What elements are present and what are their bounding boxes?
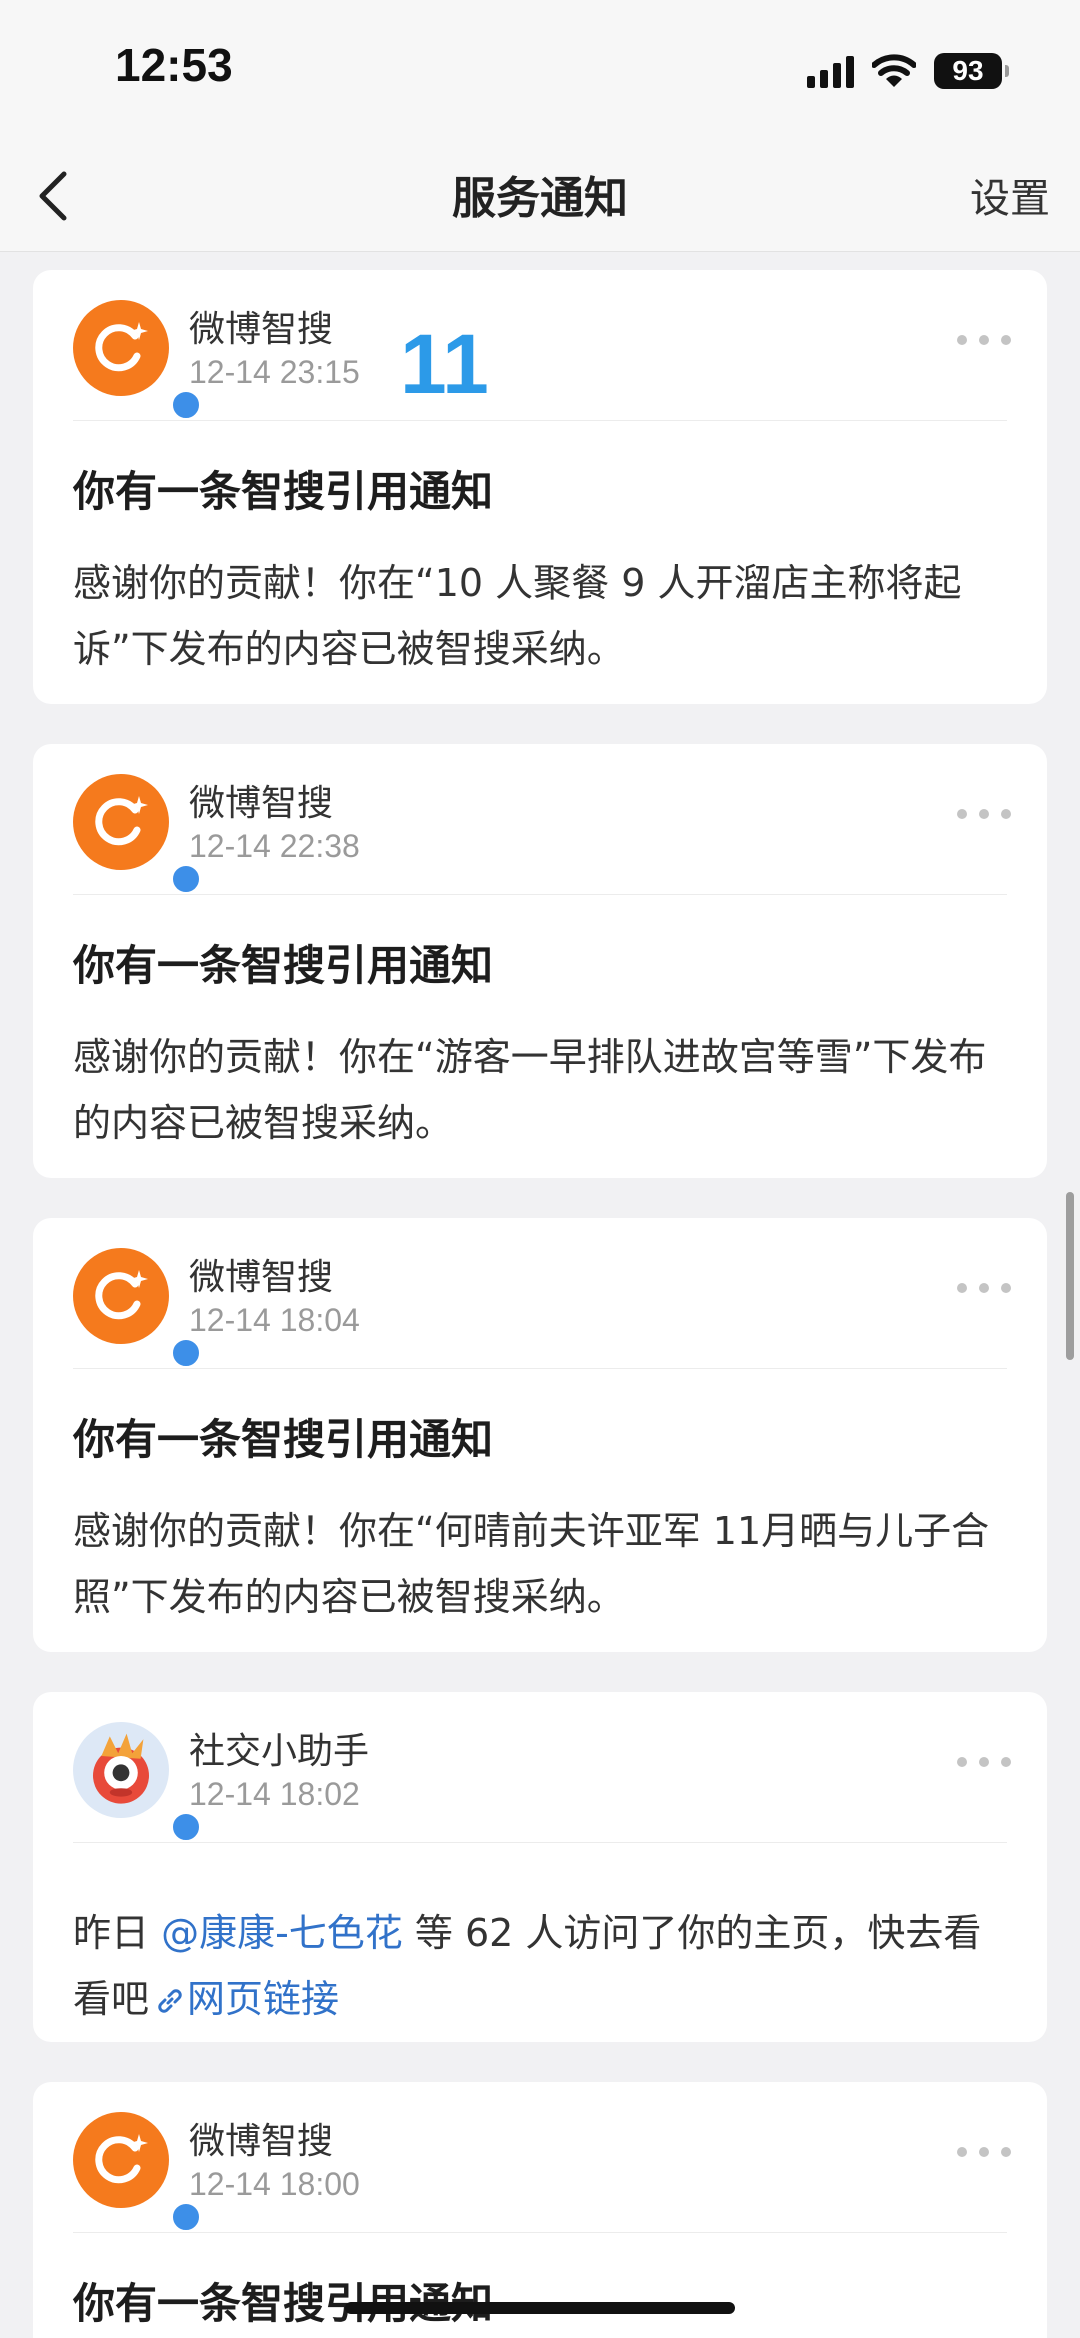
battery-indicator: 93	[934, 53, 1009, 89]
notification-card[interactable]: 微博智搜 12-14 18:00 你有一条智搜引用通知	[33, 2082, 1047, 2338]
avatar[interactable]	[73, 2112, 203, 2234]
avatar[interactable]	[73, 300, 203, 422]
home-indicator[interactable]	[345, 2302, 735, 2314]
more-dots-icon[interactable]	[957, 804, 1011, 824]
more-dots-icon[interactable]	[957, 2142, 1011, 2162]
notification-body: 感谢你的贡献！你在“10 人聚餐 9 人开溜店主称将起诉”下发布的内容已被智搜采…	[73, 561, 962, 671]
divider	[73, 1368, 1007, 1369]
sender-time: 12-14 23:15	[189, 354, 360, 390]
wifi-icon	[872, 54, 916, 87]
sender-name: 社交小助手	[189, 1731, 370, 1772]
notification-title: 你有一条智搜引用通知	[73, 941, 494, 990]
search-sparkle-icon	[95, 322, 148, 372]
verified-badge-icon	[169, 1336, 203, 1370]
sender-name: 微博智搜	[189, 783, 334, 824]
status-time: 12:53	[115, 39, 233, 91]
scrollbar[interactable]	[1066, 1192, 1074, 1360]
overlay-number: 11	[400, 317, 489, 411]
notification-card[interactable]: 微博智搜 12-14 18:04 你有一条智搜引用通知 感谢你的贡献！你在“何晴…	[33, 1218, 1047, 1652]
avatar[interactable]	[73, 774, 203, 896]
notification-body: 昨日 @康康-七色花 等 62 人访问了你的主页，快去看看吧 网页链接	[73, 1900, 1007, 2032]
more-dots-icon[interactable]	[957, 330, 1011, 350]
user-mention-link[interactable]: @康康-七色花	[161, 1911, 403, 1955]
search-sparkle-icon	[95, 796, 148, 846]
status-bar: 12:53 93	[0, 0, 1080, 140]
sender-time: 12-14 22:38	[189, 828, 360, 864]
avatar[interactable]	[73, 1722, 203, 1844]
notification-title: 你有一条智搜引用通知	[73, 1415, 494, 1464]
sender-name: 微博智搜	[189, 1257, 334, 1298]
notification-title: 你有一条智搜引用通知	[73, 467, 494, 516]
mascot-icon	[93, 1733, 149, 1804]
nav-bar: 服务通知 设置	[0, 140, 1080, 252]
sender-time: 12-14 18:04	[189, 1302, 360, 1338]
search-sparkle-icon	[95, 1270, 148, 1320]
divider	[73, 420, 1007, 421]
notification-card[interactable]: 微博智搜 12-14 22:38 你有一条智搜引用通知 感谢你的贡献！你在“游客…	[33, 744, 1047, 1178]
web-link[interactable]: 网页链接	[187, 1977, 339, 2021]
notification-body: 感谢你的贡献！你在“何晴前夫许亚军 11月晒与儿子合照”下发布的内容已被智搜采纳…	[73, 1509, 990, 1619]
more-dots-icon[interactable]	[957, 1278, 1011, 1298]
notification-title: 你有一条智搜引用通知	[73, 2279, 494, 2328]
verified-badge-icon	[169, 2200, 203, 2234]
search-sparkle-icon	[95, 2134, 148, 2184]
sender-name: 微博智搜	[189, 309, 334, 350]
divider	[73, 1842, 1007, 1843]
notification-body: 感谢你的贡献！你在“游客一早排队进故宫等雪”下发布的内容已被智搜采纳。	[73, 1035, 987, 1145]
sender-time: 12-14 18:02	[189, 1776, 360, 1812]
sender-time: 12-14 18:00	[189, 2166, 360, 2202]
divider	[73, 2232, 1007, 2233]
more-dots-icon[interactable]	[957, 1752, 1011, 1772]
avatar[interactable]	[73, 1248, 203, 1370]
divider	[73, 894, 1007, 895]
page-title: 服务通知	[452, 173, 628, 224]
settings-button[interactable]: 设置	[970, 166, 1050, 224]
sender-name: 微博智搜	[189, 2121, 334, 2162]
link-icon	[158, 1989, 182, 2013]
notification-card[interactable]: 社交小助手 12-14 18:02 昨日 @康康-七色花 等 62 人访问了你的…	[33, 1692, 1047, 2042]
body-prefix: 昨日	[73, 1911, 162, 1955]
cellular-signal-icon	[807, 54, 854, 88]
verified-badge-icon	[169, 388, 203, 422]
notification-card[interactable]: 微博智搜 12-14 23:15 你有一条智搜引用通知 感谢你的贡献！你在“10…	[33, 270, 1047, 704]
verified-badge-icon	[169, 862, 203, 896]
status-icons: 93	[807, 50, 1009, 92]
verified-badge-icon	[169, 1810, 203, 1844]
